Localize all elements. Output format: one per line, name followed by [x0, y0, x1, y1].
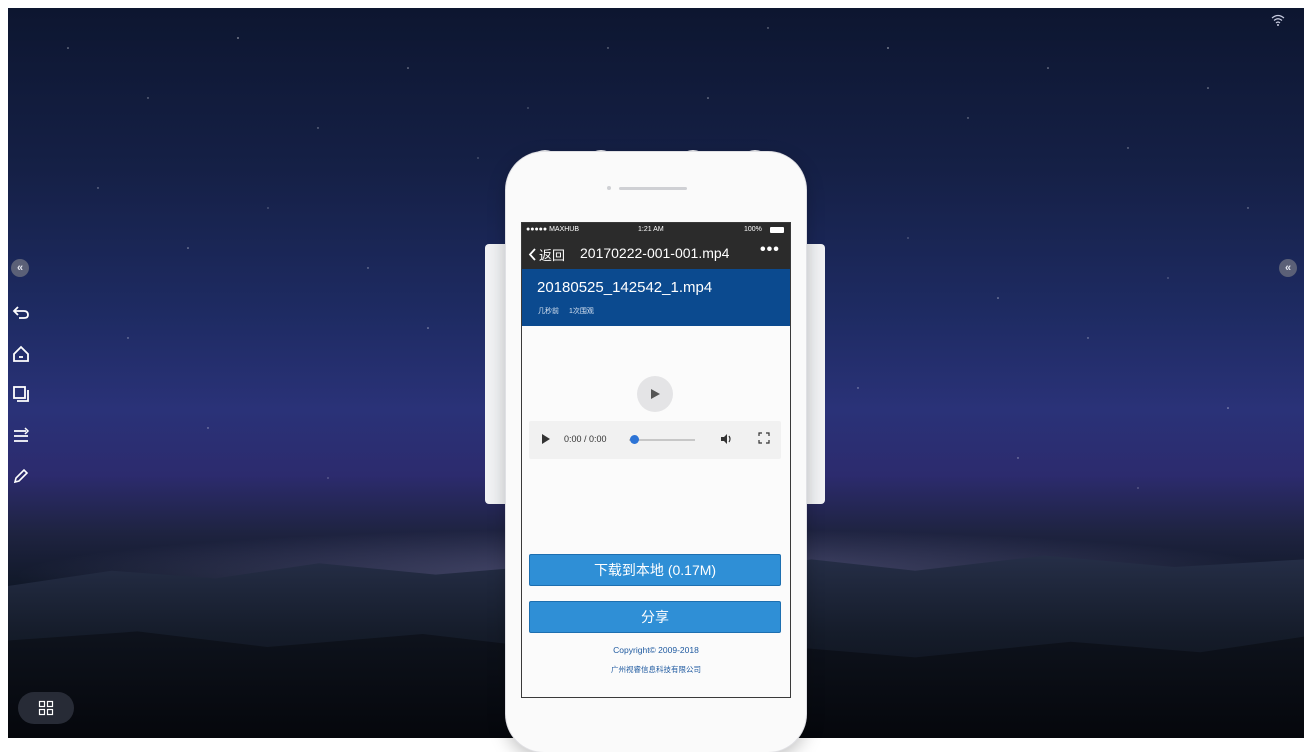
- carrier-label: ●●●●● MAXHUB: [526, 226, 580, 233]
- play-icon[interactable]: [541, 433, 551, 445]
- collapse-right-icon[interactable]: «: [1279, 259, 1297, 277]
- phone-camera: [607, 186, 611, 190]
- battery-percent: 100%: [744, 226, 762, 233]
- file-time-ago: 几秒前: [538, 308, 559, 315]
- fullscreen-icon[interactable]: [758, 432, 770, 444]
- download-button[interactable]: 下载到本地 (0.17M): [529, 554, 781, 586]
- nav-title: 20170222-001-001.mp4: [580, 245, 730, 261]
- copyright-text: Copyright© 2009-2018: [613, 645, 699, 655]
- volume-icon[interactable]: [720, 432, 734, 446]
- media-controls: 0:00 / 0:00: [529, 421, 781, 459]
- file-name: 20180525_142542_1.mp4: [537, 279, 713, 296]
- apps-button[interactable]: [18, 692, 74, 724]
- video-play-button[interactable]: [637, 376, 673, 412]
- more-options-icon[interactable]: •••: [760, 241, 780, 259]
- phone-screen: ●●●●● MAXHUB 1:21 AM 100% 返回 20170222-00…: [521, 222, 791, 698]
- file-views: 1次围观: [568, 308, 594, 315]
- status-time: 1:21 AM: [638, 226, 664, 233]
- menu-icon[interactable]: [7, 422, 35, 450]
- back-icon[interactable]: [7, 298, 35, 326]
- home-icon[interactable]: [7, 340, 35, 368]
- file-meta: 几秒前 1次围观: [538, 306, 602, 316]
- progress-thumb[interactable]: [630, 435, 639, 444]
- phone-speaker: [619, 187, 687, 190]
- media-time: 0:00 / 0:00: [564, 434, 607, 444]
- collapse-left-icon[interactable]: «: [11, 259, 29, 277]
- chevron-left-icon: [528, 248, 536, 261]
- battery-icon: [770, 227, 784, 233]
- status-bar: ●●●●● MAXHUB 1:21 AM 100%: [522, 223, 790, 237]
- back-label: 返回: [539, 248, 566, 263]
- pen-icon[interactable]: [7, 462, 35, 490]
- wifi-icon: [1271, 14, 1285, 26]
- apps-grid-icon: [38, 700, 54, 716]
- nav-bar: 返回 20170222-001-001.mp4 •••: [522, 237, 790, 269]
- company-name: 广州视睿信息科技有限公司: [611, 665, 701, 674]
- back-button[interactable]: 返回: [528, 245, 565, 264]
- windows-icon[interactable]: [7, 380, 35, 408]
- play-icon: [651, 389, 660, 399]
- file-header: 20180525_142542_1.mp4 几秒前 1次围观: [522, 269, 790, 326]
- share-button[interactable]: 分享: [529, 601, 781, 633]
